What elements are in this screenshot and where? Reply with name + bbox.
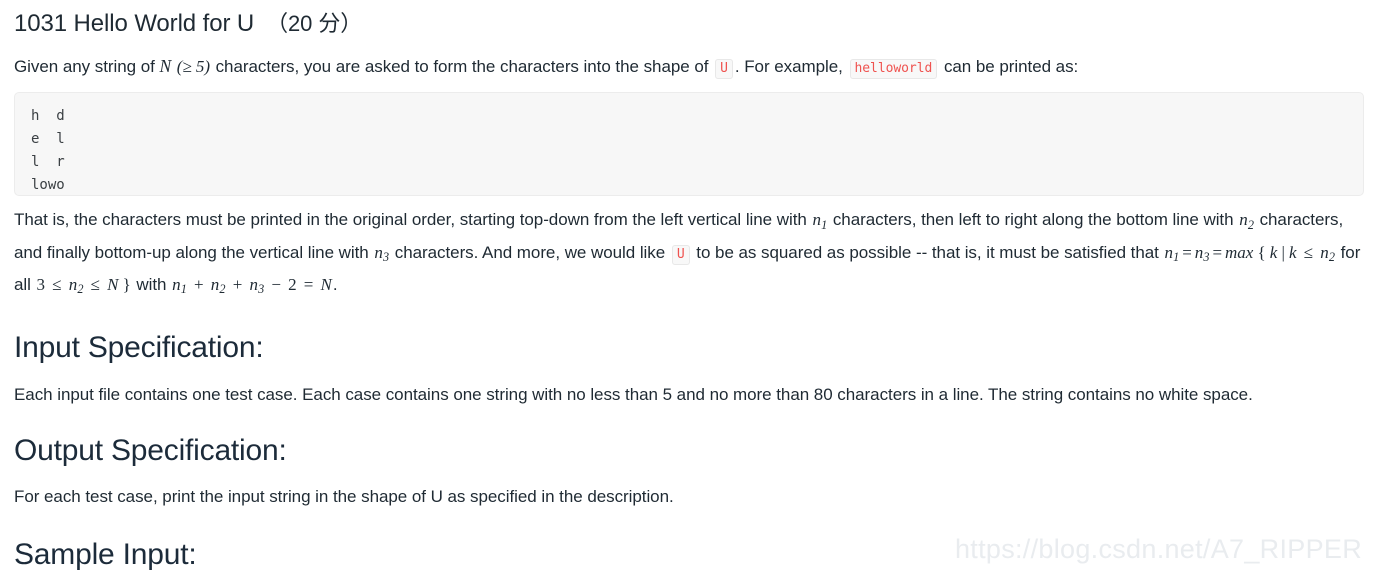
intro-segment-1: Given any string of	[14, 57, 160, 77]
output-specification-heading: Output Specification:	[14, 433, 287, 467]
content-column: 1031 Hello World for U （20 分） Given any s…	[0, 0, 1378, 574]
math-n3-subscript: 3	[383, 250, 390, 265]
math-range-N: N	[107, 275, 119, 295]
math-formula: n1 = n3 = max { k | k ≤ n2	[1164, 242, 1335, 265]
math-sum: n1 + n2 + n3 − 2 = N	[172, 275, 332, 297]
math-sum-n1: n1	[172, 275, 187, 297]
math-n1: n1	[811, 210, 828, 232]
problem-score: （20 分）	[266, 11, 363, 36]
detail-segment-5: to be as squared as possible -- that is,…	[691, 242, 1164, 262]
detail-paragraph: That is, the characters must be printed …	[14, 206, 1364, 303]
detail-segment-2: characters, then left to right along the…	[828, 210, 1239, 230]
detail-segment-6: .	[332, 275, 338, 295]
math-sum-n2: n2	[210, 275, 226, 297]
problem-title-text: 1031 Hello World for U	[14, 10, 255, 37]
inline-code-u: U	[715, 59, 733, 80]
detail-segment-1: That is, the characters must be printed …	[14, 210, 812, 230]
math-n3-base: n	[374, 242, 383, 262]
inline-code-u-second: U	[671, 244, 690, 265]
sample-input-heading: Sample Input:	[14, 538, 197, 572]
output-specification-body: For each test case, print the input stri…	[14, 487, 674, 507]
math-n2-subscript: 2	[1247, 217, 1254, 232]
math-range-n2: n2	[68, 275, 84, 297]
intro-segment-3: . For example,	[734, 57, 848, 77]
input-specification-heading: Input Specification:	[14, 331, 264, 365]
math-n1-subscript: 1	[821, 217, 828, 232]
math-sum-n3: n3	[249, 275, 265, 297]
inline-code-helloworld: helloworld	[849, 59, 938, 80]
math-n2: n2	[1238, 210, 1255, 232]
detail-formula-with: with	[131, 275, 172, 295]
math-formula-max: max	[1225, 242, 1254, 262]
math-formula-n2: n2	[1320, 242, 1335, 265]
math-range: 3 ≤ n2 ≤ N }	[36, 275, 131, 297]
page-title: 1031 Hello World for U （20 分）	[14, 0, 1364, 43]
problem-page: 1031 Hello World for U （20 分） Given any s…	[0, 0, 1378, 587]
math-n2-base: n	[1239, 210, 1248, 230]
math-n1-base: n	[812, 210, 821, 230]
math-variable-n: N	[159, 56, 172, 77]
intro-segment-4: can be printed as:	[939, 57, 1079, 77]
input-specification-body: Each input file contains one test case. …	[14, 384, 1253, 404]
math-formula-k: k	[1269, 242, 1278, 262]
math-formula-n1: n1	[1164, 242, 1180, 265]
detail-segment-4: characters. And more, we would like	[390, 242, 670, 262]
intro-segment-2: characters, you are asked to form the ch…	[210, 57, 714, 77]
example-code-block: h d e l l r lowo	[14, 92, 1364, 197]
math-sum-N: N	[320, 275, 332, 295]
math-n3: n3	[373, 242, 390, 265]
math-formula-k2: k	[1289, 242, 1297, 262]
math-ge-five: (≥ 5)	[176, 57, 210, 77]
math-formula-n3: n3	[1194, 242, 1210, 265]
intro-paragraph: Given any string of N (≥ 5) characters, …	[14, 53, 1364, 80]
